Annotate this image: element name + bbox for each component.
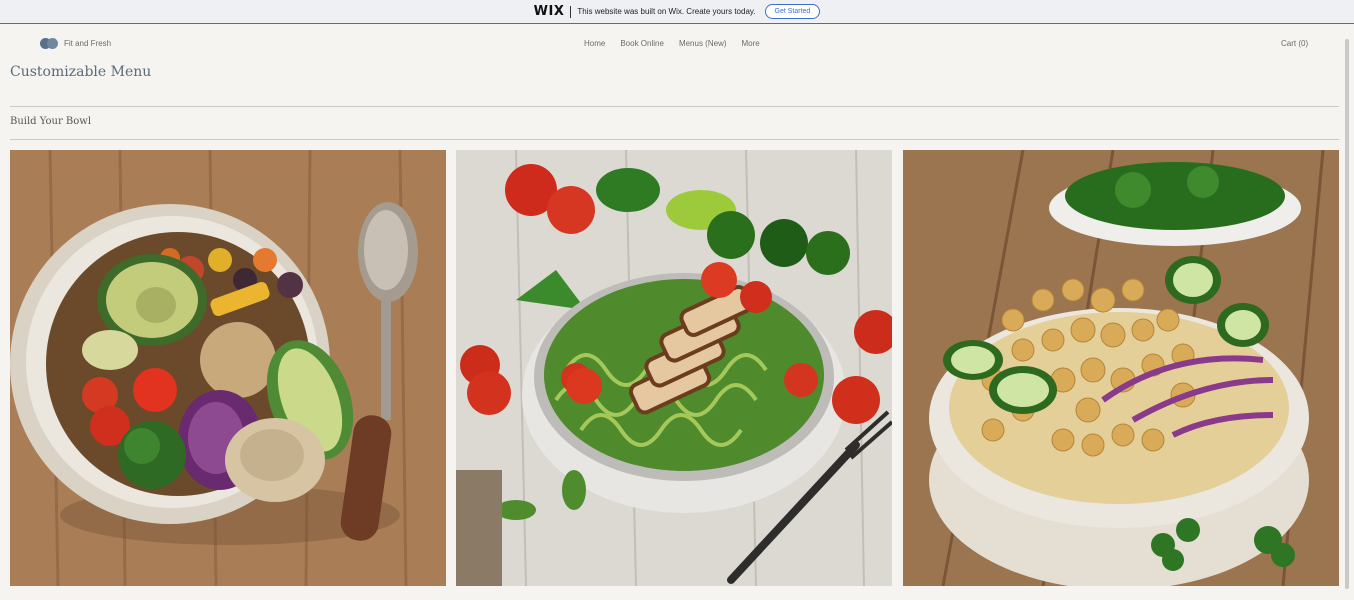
nav-item-more[interactable]: More bbox=[742, 39, 760, 48]
nav-item-book-online[interactable]: Book Online bbox=[620, 39, 664, 48]
main-nav: Home Book Online Menus (New) More bbox=[584, 39, 760, 48]
site-header: Fit and Fresh Home Book Online Menus (Ne… bbox=[0, 25, 1340, 65]
section-title: Build Your Bowl bbox=[10, 116, 92, 127]
page-scrollbar[interactable] bbox=[1340, 25, 1354, 600]
wix-logo[interactable]: WIX bbox=[534, 4, 565, 19]
logo-icon bbox=[40, 37, 60, 50]
wix-banner-message: This website was built on Wix. Create yo… bbox=[577, 7, 756, 16]
page-title: Customizable Menu bbox=[10, 64, 152, 80]
get-started-button[interactable]: Get Started bbox=[764, 4, 821, 19]
wix-banner: WIX This website was built on Wix. Creat… bbox=[0, 0, 1354, 24]
nav-item-home[interactable]: Home bbox=[584, 39, 605, 48]
scrollbar-thumb[interactable] bbox=[1345, 39, 1349, 589]
divider bbox=[10, 106, 1339, 107]
divider bbox=[570, 5, 572, 18]
divider bbox=[10, 139, 1339, 140]
site-name[interactable]: Fit and Fresh bbox=[64, 39, 111, 48]
site-logo[interactable]: Fit and Fresh bbox=[40, 37, 111, 50]
menu-item-image-zoodle-bowl[interactable] bbox=[456, 150, 892, 586]
menu-item-image-buddha-bowl[interactable] bbox=[10, 150, 446, 586]
cart-link[interactable]: Cart (0) bbox=[1281, 39, 1308, 48]
nav-item-menus-new[interactable]: Menus (New) bbox=[679, 39, 727, 48]
menu-item-image-chickpea-bowl[interactable] bbox=[903, 150, 1339, 586]
